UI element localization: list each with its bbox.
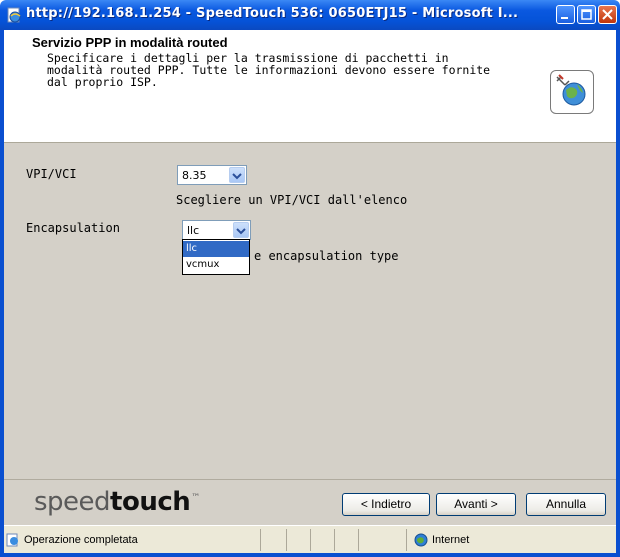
logo-light-text: speed [34,487,111,517]
status-divider [260,529,261,551]
encapsulation-option-llc[interactable]: llc [183,241,249,257]
close-icon [602,9,613,20]
minimize-button[interactable] [556,5,575,24]
encapsulation-option-vcmux[interactable]: vcmux [183,257,249,273]
security-zone-text: Internet [432,534,470,546]
close-button[interactable] [598,5,617,24]
encapsulation-hint: e encapsulation type [254,249,399,263]
status-divider [286,529,287,551]
next-button[interactable]: Avanti > [436,493,516,516]
status-bar: Operazione completata Internet [4,525,616,554]
title-bar[interactable]: http://192.168.1.254 - SpeedTouch 536: 0… [0,0,620,30]
page-title: Servizio PPP in modalità routed [32,35,228,50]
wizard-footer: speedtouch™ < Indietro Avanti > Annulla [4,479,616,526]
window-frame-bottom [0,553,620,557]
logo-bold-text: touch [110,487,191,517]
ie-page-icon [7,7,21,23]
status-divider [358,529,359,551]
vpi-vci-hint: Scegliere un VPI/VCI dall'elenco [176,193,408,207]
encapsulation-value: llc [187,224,200,237]
minimize-icon [561,17,568,19]
maximize-icon [581,9,592,20]
status-text: Operazione completata [24,534,138,546]
speedtouch-logo: speedtouch™ [34,487,200,517]
status-divider [406,529,407,551]
chevron-down-icon[interactable] [229,167,245,183]
chevron-down-icon[interactable] [233,222,249,238]
wizard-body: VPI/VCI 8.35 Scegliere un VPI/VCI dall'e… [4,143,616,479]
cancel-button[interactable]: Annulla [526,493,606,516]
vpi-vci-value: 8.35 [182,169,207,182]
page-done-icon [6,533,18,547]
logo-trademark: ™ [191,493,200,504]
maximize-button[interactable] [577,5,596,24]
wizard-header: Servizio PPP in modalità routed Specific… [4,30,616,143]
network-globe-icon [550,70,594,114]
encapsulation-select[interactable]: llc [182,220,251,240]
vpi-vci-select[interactable]: 8.35 [177,165,247,185]
window-title: http://192.168.1.254 - SpeedTouch 536: 0… [26,6,519,21]
status-divider [334,529,335,551]
vpi-vci-label: VPI/VCI [26,167,77,181]
status-divider [310,529,311,551]
page-description: Specificare i dettagli per la trasmissio… [47,51,491,89]
encapsulation-label: Encapsulation [26,221,120,235]
encapsulation-dropdown-list[interactable]: llc vcmux [182,239,250,275]
window-frame-right [616,30,620,557]
back-button[interactable]: < Indietro [342,493,430,516]
internet-globe-icon [414,533,428,547]
